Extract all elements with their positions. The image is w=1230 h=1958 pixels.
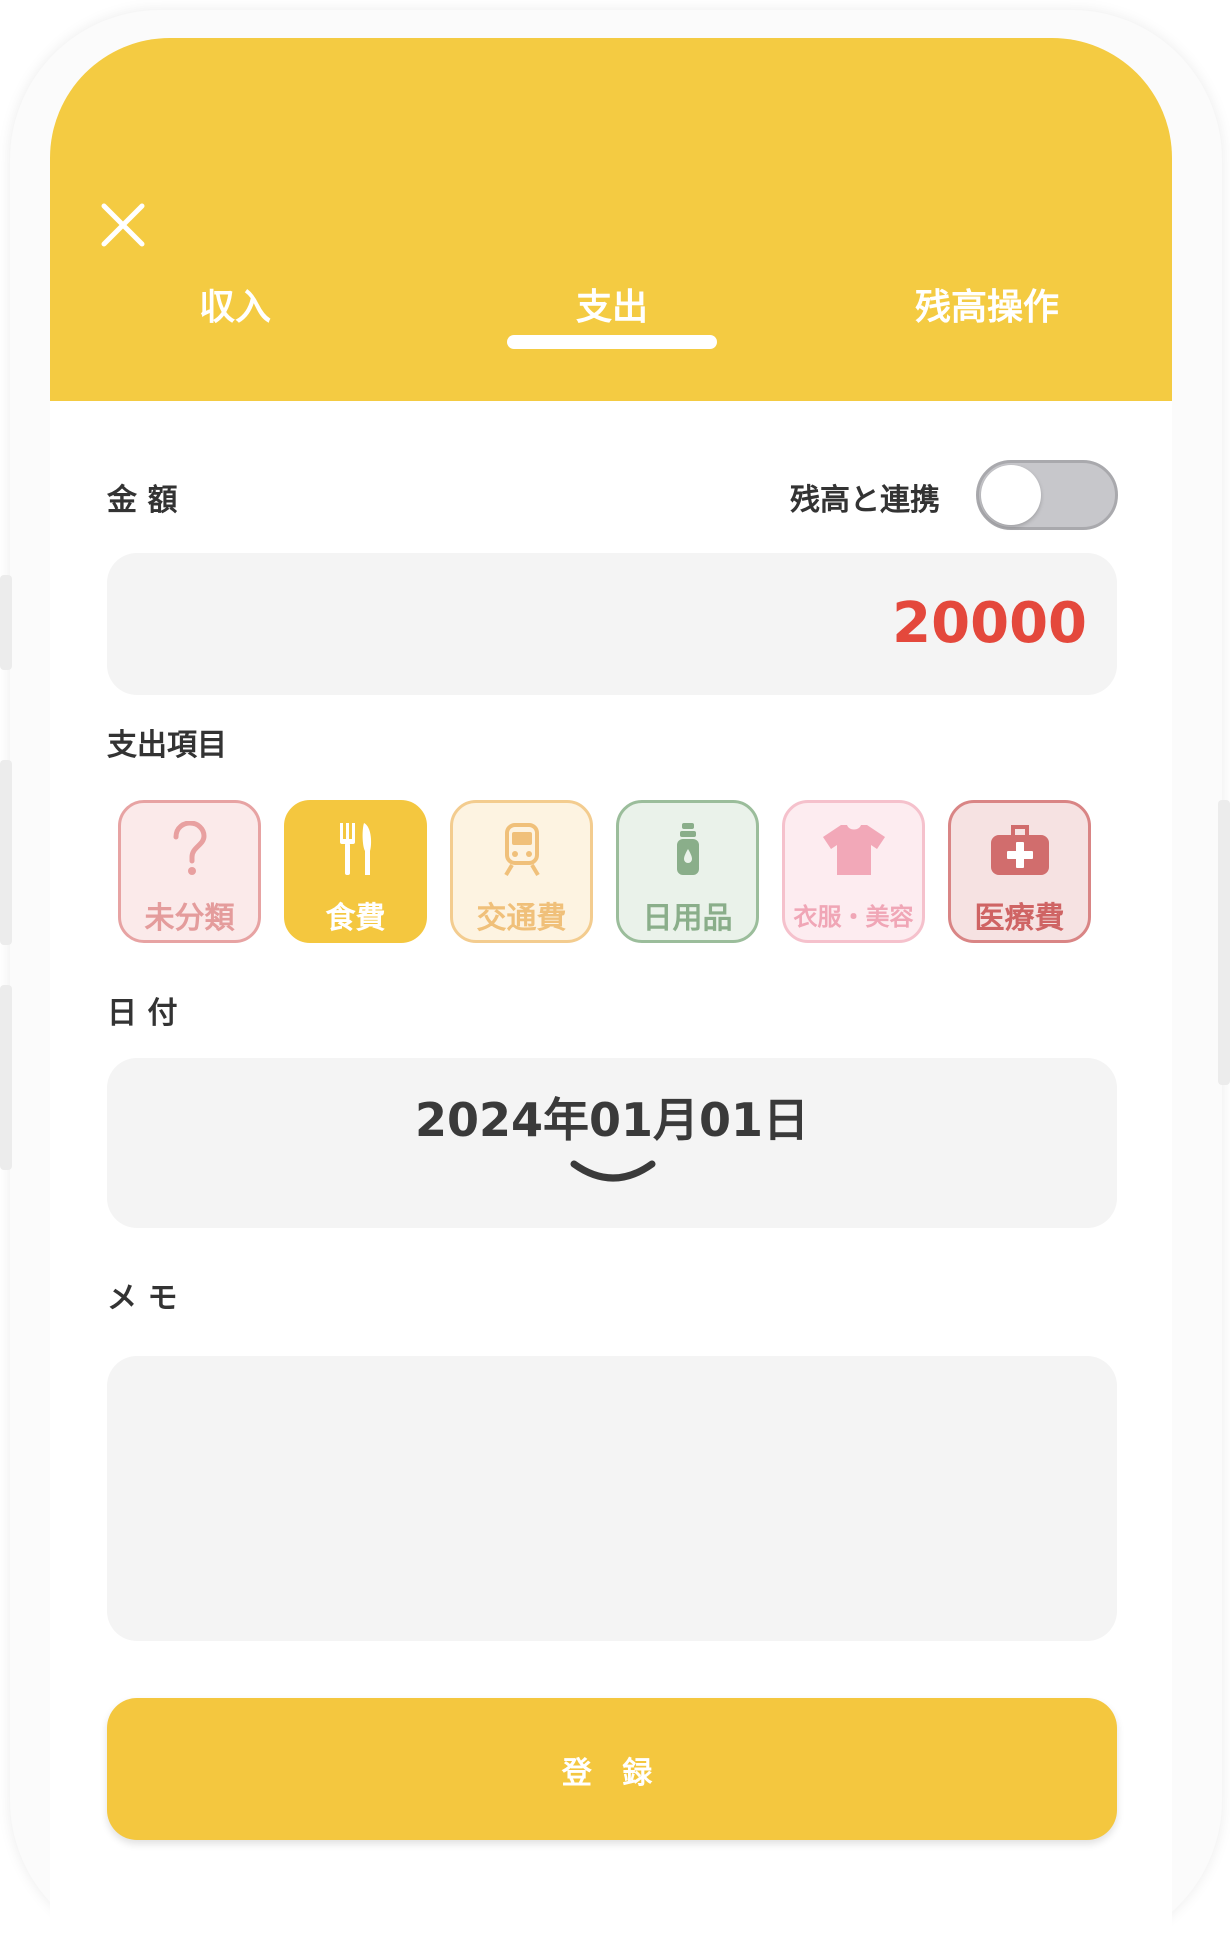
category-label: 支出項目 — [107, 728, 227, 763]
category-label-text: 日用品 — [642, 901, 733, 936]
amount-label: 金 額 — [107, 483, 178, 518]
register-button[interactable]: 登 録 — [107, 1698, 1117, 1840]
date-label: 日 付 — [107, 996, 178, 1031]
amount-value: 20000 — [892, 591, 1087, 656]
train-icon — [503, 823, 540, 877]
tab-expense[interactable]: 支出 — [462, 278, 762, 338]
date-value: 2024年01月01日 — [414, 1093, 810, 1147]
date-picker[interactable]: 2024年01月01日 — [107, 1058, 1117, 1228]
fork-knife-icon — [339, 823, 371, 875]
question-icon — [173, 821, 207, 875]
balance-link-toggle[interactable] — [976, 460, 1118, 530]
bottle-icon — [676, 823, 699, 875]
app-screen: 収入 支出 残高操作 金 額 残高と連携 20000 支出項目 未分類 食費 交… — [50, 38, 1172, 1958]
category-label-text: 医療費 — [974, 901, 1065, 936]
category-label-text: 衣服・美容 — [793, 903, 914, 931]
category-clothing-beauty[interactable]: 衣服・美容 — [782, 800, 925, 943]
toggle-knob — [981, 465, 1041, 525]
tab-income[interactable]: 収入 — [85, 278, 385, 338]
close-icon — [101, 203, 145, 247]
close-button[interactable] — [98, 200, 148, 250]
device-side-button — [0, 575, 12, 670]
balance-link-label: 残高と連携 — [790, 483, 940, 518]
active-tab-indicator — [507, 335, 717, 349]
amount-input[interactable]: 20000 — [107, 553, 1117, 695]
category-food[interactable]: 食費 — [284, 800, 427, 943]
chevron-down-icon — [570, 1160, 656, 1182]
shirt-icon — [822, 825, 885, 875]
category-label-text: 交通費 — [476, 901, 567, 936]
category-label-text: 未分類 — [144, 901, 235, 936]
tab-balance-adjust[interactable]: 残高操作 — [837, 278, 1137, 338]
memo-label: メ モ — [107, 1281, 178, 1316]
register-button-label: 登 録 — [561, 1756, 663, 1791]
device-side-button — [1218, 800, 1230, 1085]
header: 収入 支出 残高操作 — [50, 38, 1172, 401]
category-uncategorized[interactable]: 未分類 — [118, 800, 261, 943]
device-side-button — [0, 985, 12, 1170]
category-label-text: 食費 — [325, 901, 386, 936]
category-transport[interactable]: 交通費 — [450, 800, 593, 943]
device-side-button — [0, 760, 12, 945]
medical-kit-icon — [990, 825, 1049, 875]
category-medical[interactable]: 医療費 — [948, 800, 1091, 943]
category-daily-goods[interactable]: 日用品 — [616, 800, 759, 943]
memo-input[interactable] — [107, 1356, 1117, 1641]
